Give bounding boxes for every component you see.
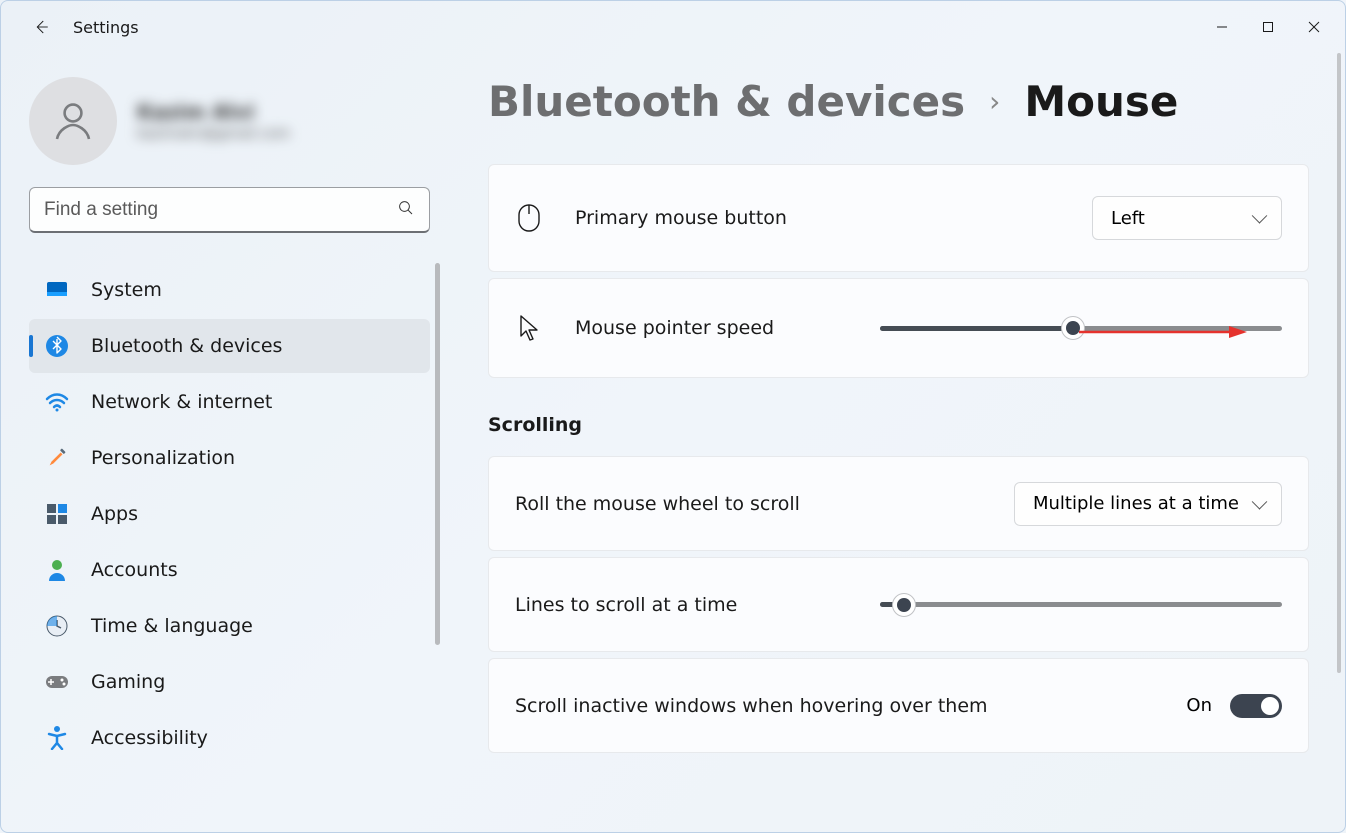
nav-label: Personalization [91, 447, 235, 469]
maximize-button[interactable] [1245, 11, 1291, 43]
scrolling-heading: Scrolling [488, 414, 1309, 436]
profile-name: Kazim Alvi [137, 100, 290, 124]
setting-label: Primary mouse button [575, 207, 1092, 229]
chevron-right-icon: › [989, 85, 1000, 118]
wheel-scroll-card: Roll the mouse wheel to scroll Multiple … [488, 456, 1309, 551]
nav-item-accounts[interactable]: Accounts [29, 543, 430, 597]
sidebar: Kazim Alvi kazimalvi@gmail.com System Bl… [1, 53, 458, 832]
profile-block[interactable]: Kazim Alvi kazimalvi@gmail.com [29, 77, 430, 165]
nav-label: Time & language [91, 615, 253, 637]
app-title: Settings [73, 18, 139, 37]
nav-item-personalization[interactable]: Personalization [29, 431, 430, 485]
setting-label: Mouse pointer speed [575, 317, 880, 339]
profile-info: Kazim Alvi kazimalvi@gmail.com [137, 100, 290, 142]
accessibility-icon [45, 726, 69, 750]
main-content: Bluetooth & devices › Mouse Primary mous… [458, 53, 1345, 832]
nav-item-apps[interactable]: Apps [29, 487, 430, 541]
wheel-scroll-dropdown[interactable]: Multiple lines at a time [1014, 482, 1282, 526]
nav-item-time[interactable]: Time & language [29, 599, 430, 653]
minimize-button[interactable] [1199, 11, 1245, 43]
titlebar: Settings [1, 1, 1345, 53]
profile-email: kazimalvi@gmail.com [137, 126, 290, 142]
clock-icon [45, 614, 69, 638]
scroll-inactive-card: Scroll inactive windows when hovering ov… [488, 658, 1309, 753]
sidebar-scrollbar[interactable] [435, 263, 440, 645]
brush-icon [45, 446, 69, 470]
nav-label: System [91, 279, 162, 301]
setting-label: Scroll inactive windows when hovering ov… [515, 695, 1186, 717]
primary-mouse-button-card: Primary mouse button Left [488, 164, 1309, 272]
nav-label: Accessibility [91, 727, 208, 749]
mouse-icon [515, 204, 543, 232]
nav-list: System Bluetooth & devices Network & int… [29, 263, 430, 765]
system-icon [45, 278, 69, 302]
breadcrumb-current: Mouse [1024, 77, 1178, 126]
nav-label: Apps [91, 503, 138, 525]
nav-label: Accounts [91, 559, 178, 581]
bluetooth-icon [45, 334, 69, 358]
nav-item-bluetooth[interactable]: Bluetooth & devices [29, 319, 430, 373]
pointer-speed-card: Mouse pointer speed [488, 278, 1309, 378]
setting-label: Roll the mouse wheel to scroll [515, 493, 1014, 515]
nav-label: Bluetooth & devices [91, 335, 282, 357]
apps-icon [45, 502, 69, 526]
dropdown-value: Multiple lines at a time [1033, 493, 1239, 514]
back-button[interactable] [21, 7, 61, 47]
person-icon [45, 558, 69, 582]
nav-item-system[interactable]: System [29, 263, 430, 317]
lines-scroll-card: Lines to scroll at a time [488, 557, 1309, 652]
avatar [29, 77, 117, 165]
lines-scroll-slider[interactable] [880, 594, 1282, 616]
cursor-icon [515, 314, 543, 342]
search-input[interactable] [44, 199, 397, 221]
breadcrumb-parent[interactable]: Bluetooth & devices [488, 77, 965, 126]
primary-button-dropdown[interactable]: Left [1092, 196, 1282, 240]
nav-item-gaming[interactable]: Gaming [29, 655, 430, 709]
toggle-state-label: On [1186, 695, 1212, 716]
close-button[interactable] [1291, 11, 1337, 43]
content-scrollbar[interactable] [1337, 53, 1341, 673]
wifi-icon [45, 390, 69, 414]
scroll-inactive-toggle[interactable] [1230, 694, 1282, 718]
annotation-arrow-icon [1079, 325, 1249, 339]
search-box[interactable] [29, 187, 430, 233]
search-icon [397, 199, 415, 221]
nav-item-network[interactable]: Network & internet [29, 375, 430, 429]
nav-item-accessibility[interactable]: Accessibility [29, 711, 430, 765]
breadcrumb: Bluetooth & devices › Mouse [488, 77, 1309, 126]
gamepad-icon [45, 670, 69, 694]
nav-label: Network & internet [91, 391, 272, 413]
dropdown-value: Left [1111, 208, 1145, 229]
nav-label: Gaming [91, 671, 165, 693]
setting-label: Lines to scroll at a time [515, 594, 880, 616]
